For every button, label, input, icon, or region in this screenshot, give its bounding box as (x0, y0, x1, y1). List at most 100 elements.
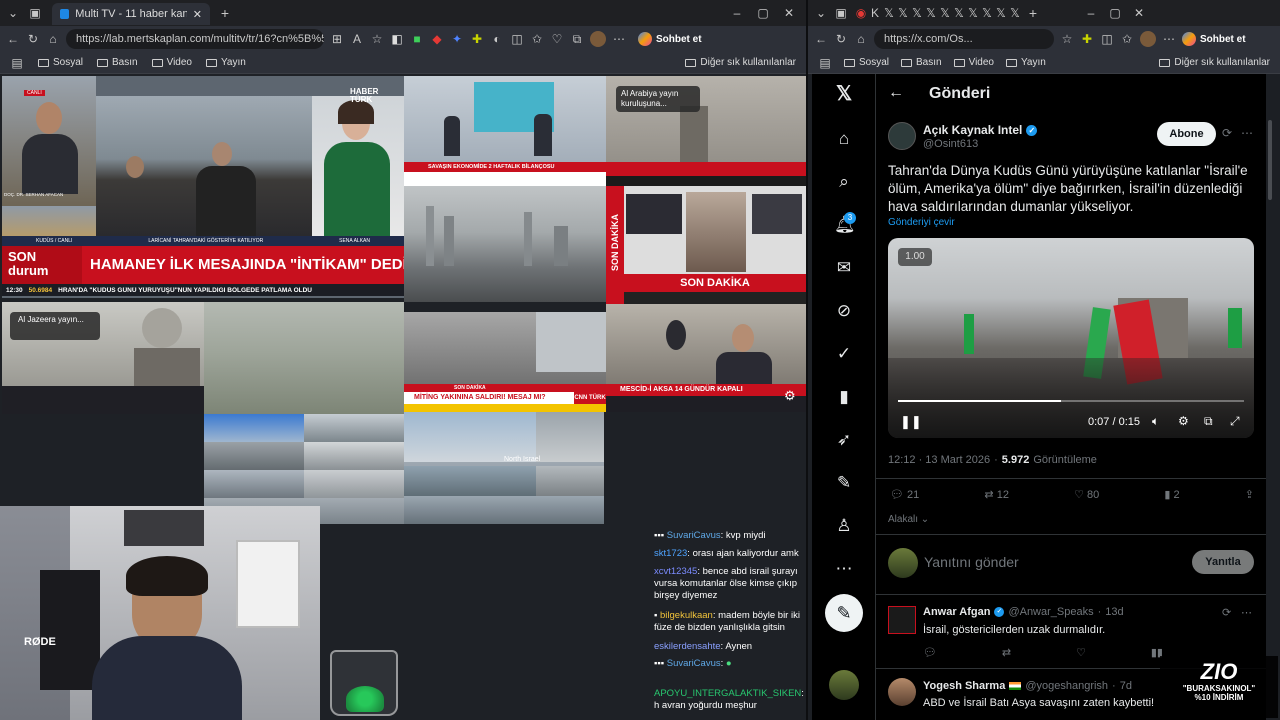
account-avatar[interactable] (829, 670, 859, 700)
refresh-icon[interactable]: ↻ (834, 32, 848, 46)
video-settings-icon[interactable]: ⚙ (1178, 414, 1189, 428)
browser-essentials-icon[interactable]: ♡ (550, 32, 564, 46)
favorite-star-icon[interactable]: ☆ (370, 32, 384, 46)
pause-icon[interactable]: ❚❚ (900, 414, 922, 430)
tab-x-10-icon[interactable]: 𝕏 (1008, 6, 1022, 20)
maximize-icon[interactable]: ▢ (1108, 6, 1122, 20)
bookmark-other[interactable]: Diğer sık kullanılanlar (1159, 57, 1270, 68)
tab-x-3-icon[interactable]: 𝕏 (910, 6, 924, 20)
read-aloud-icon[interactable]: A (350, 32, 364, 46)
volume-icon[interactable]: 🔈︎ (1152, 414, 1159, 429)
studio-player[interactable]: SAVAŞIN EKONOMİDE 2 HAFTALIK BİLANÇOSU (404, 76, 606, 186)
address-bar[interactable]: https://lab.mertskaplan.com/multitv/tr/1… (66, 29, 324, 49)
gaza-player[interactable] (204, 302, 404, 414)
post-more-icon[interactable]: ⋯ (1241, 126, 1253, 140)
like-icon[interactable]: ♡ (1076, 646, 1086, 659)
maximize-icon[interactable]: ▢ (756, 6, 770, 20)
address-bar[interactable]: https://x.com/Os... (874, 29, 1054, 49)
tab-actions-icon[interactable]: ⌄ (814, 6, 828, 20)
grok-icon[interactable]: ⊘ (834, 301, 854, 321)
extension-2-icon[interactable]: ■ (410, 32, 424, 46)
back-arrow-icon[interactable]: ← (888, 84, 904, 102)
tab-actions-icon[interactable]: ⌄ (6, 6, 20, 20)
articles-icon[interactable]: ✎ (834, 473, 854, 493)
tab-x-4-icon[interactable]: 𝕏 (924, 6, 938, 20)
close-tab-icon[interactable]: ✕ (193, 8, 202, 21)
haberturk-player[interactable]: DOÇ. DR. SERHAN AFACAN HABER TÜRK CANLI … (2, 76, 404, 298)
workspaces-icon[interactable]: ▣ (834, 6, 848, 20)
share-icon[interactable]: ⇪ (1245, 488, 1254, 501)
profile-avatar[interactable] (1140, 31, 1156, 47)
tab-multi-tv[interactable]: Multi TV - 11 haber kanalını aynı a ✕ (52, 3, 210, 25)
mescid-player[interactable]: MESCİD-İ AKSA 14 GÜNDÜR KAPALI ⚙ (606, 304, 806, 412)
extension-4-icon[interactable]: ✦ (450, 32, 464, 46)
back-icon[interactable]: ← (814, 32, 828, 46)
profile-icon[interactable]: ♙ (834, 516, 854, 536)
bookmark-sosyal[interactable]: Sosyal (844, 57, 889, 68)
extension-5-icon[interactable]: ✚ (470, 32, 484, 46)
extension-icon[interactable]: ✚ (1080, 32, 1094, 46)
skyline-player[interactable] (404, 186, 606, 302)
like-button[interactable]: ♡ 80 (1074, 488, 1099, 501)
bookmark-video[interactable]: Video (151, 57, 192, 68)
reply-button[interactable]: 💬︎ 21 (890, 488, 919, 501)
alarabiya-player[interactable]: Al Arabiya yayın kuruluşuna... (606, 76, 806, 186)
copilot-button[interactable]: Sohbet et (1182, 32, 1246, 46)
tab-youtube-icon[interactable]: ◉ (854, 6, 868, 20)
tab-x-5-icon[interactable]: 𝕏 (938, 6, 952, 20)
home-icon[interactable]: ⌂ (46, 32, 60, 46)
favorite-star-icon[interactable]: ☆ (1060, 32, 1074, 46)
bookmark-yayin[interactable]: Yayın (206, 57, 246, 68)
bookmark-yayin[interactable]: Yayın (1006, 57, 1046, 68)
bookmark-basin[interactable]: Basın (901, 57, 942, 68)
more-options-icon[interactable]: ⋯ (834, 559, 854, 579)
home-icon[interactable]: ⌂ (854, 32, 868, 46)
bookmark-sosyal[interactable]: Sosyal (38, 57, 83, 68)
favorites-icon[interactable]: ✩ (1120, 32, 1134, 46)
copilot-button[interactable]: Sohbet et (638, 32, 702, 46)
rocket-icon[interactable]: ➶ (834, 430, 854, 450)
tab-x-9-icon[interactable]: 𝕏 (994, 6, 1008, 20)
minimize-icon[interactable]: – (1084, 6, 1098, 20)
tab-x-2-icon[interactable]: 𝕏 (896, 6, 910, 20)
reply-more-icon[interactable]: ⋯ (1241, 606, 1252, 619)
grok-explain-icon[interactable]: ⟳ (1222, 126, 1232, 140)
fullscreen-icon[interactable]: ⤢ (1230, 414, 1240, 429)
app-icon[interactable]: ⊞ (330, 32, 344, 46)
extension-3-icon[interactable]: ◆ (430, 32, 444, 46)
north-israel-grid[interactable]: North Israel (404, 412, 604, 524)
tab-x-8-icon[interactable]: 𝕏 (980, 6, 994, 20)
aljazeera-player[interactable]: Al Jazeera yayın... (2, 302, 204, 414)
author-handle[interactable]: @Osint613 (923, 138, 978, 150)
settings-gear-icon[interactable]: ⚙ (784, 388, 796, 404)
author-avatar[interactable] (888, 122, 916, 150)
close-window-icon[interactable]: ✕ (782, 6, 796, 20)
extension-1-icon[interactable]: ◧ (390, 32, 404, 46)
repost-button[interactable]: ⇄ 12 (984, 488, 1009, 501)
more-icon[interactable]: ⋯ (612, 32, 626, 46)
messages-envelope-icon[interactable]: ✉ (834, 258, 854, 278)
tab-k-icon[interactable]: K (868, 6, 882, 20)
close-window-icon[interactable]: ✕ (1132, 6, 1146, 20)
bookmark-basin[interactable]: Basın (97, 57, 138, 68)
tab-x-1-icon[interactable]: 𝕏 (882, 6, 896, 20)
minimize-icon[interactable]: – (730, 6, 744, 20)
collections-icon[interactable]: ⧉ (570, 32, 584, 47)
extension-6-icon[interactable]: ◐ (490, 32, 504, 46)
post-video-player[interactable]: 1.00 ❚❚ 0:07 / 0:15 🔈︎ ⚙ ⧉ ⤢ (888, 238, 1254, 438)
bookmark-sidebar-icon[interactable]: ▤ (818, 56, 832, 70)
tab-x-6-icon[interactable]: 𝕏 (952, 6, 966, 20)
reply-grok-icon[interactable]: ⟳ (1222, 606, 1231, 619)
premium-check-icon[interactable]: ✓ (834, 344, 854, 364)
home-icon[interactable]: ⌂ (834, 129, 854, 149)
reply-avatar[interactable] (888, 678, 916, 706)
back-icon[interactable]: ← (6, 32, 20, 46)
video-progress-track[interactable] (898, 400, 1244, 402)
explore-search-icon[interactable]: ⌕ (834, 172, 854, 192)
bookmark-sidebar-icon[interactable]: ▤ (10, 56, 24, 70)
cnnturk-player[interactable]: SON DAKİKA MİTİNG YAKININA SALDIRI! MESA… (404, 312, 606, 412)
aljazeera-label[interactable]: Al Jazeera yayın... (10, 312, 100, 340)
tab-x-7-icon[interactable]: 𝕏 (966, 6, 980, 20)
x-scrollbar[interactable] (1268, 120, 1272, 200)
new-tab-icon[interactable]: + (218, 5, 232, 21)
